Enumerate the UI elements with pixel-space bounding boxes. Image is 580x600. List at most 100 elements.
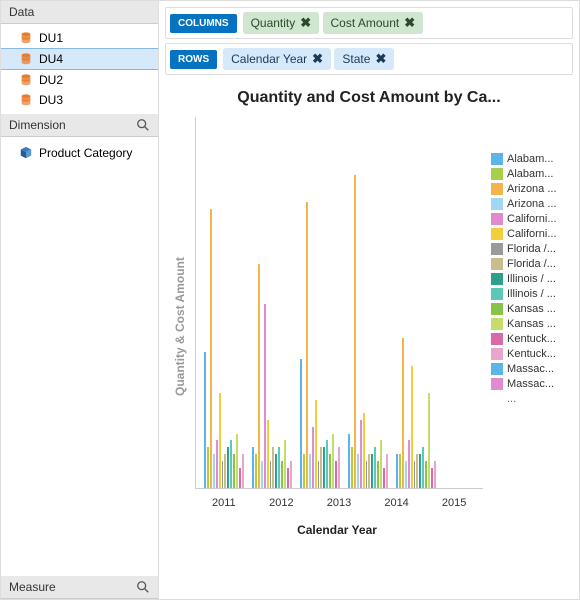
bar[interactable]: [216, 440, 218, 488]
dimension-item[interactable]: Product Category: [1, 143, 158, 163]
bar[interactable]: [323, 447, 325, 488]
bar[interactable]: [425, 461, 427, 488]
legend-item[interactable]: Florida /...: [491, 243, 569, 255]
legend-item[interactable]: Alabam...: [491, 168, 569, 180]
bar[interactable]: [396, 454, 398, 488]
bar[interactable]: [287, 468, 289, 488]
bar[interactable]: [284, 440, 286, 488]
legend-item[interactable]: Kansas ...: [491, 318, 569, 330]
bar[interactable]: [272, 447, 274, 488]
bar[interactable]: [306, 202, 308, 488]
bar[interactable]: [267, 420, 269, 488]
bar[interactable]: [329, 454, 331, 488]
bar[interactable]: [236, 434, 238, 488]
data-source-item[interactable]: DU4: [1, 48, 158, 70]
bar[interactable]: [281, 461, 283, 488]
bar[interactable]: [230, 440, 232, 488]
bar[interactable]: [354, 175, 356, 488]
bar[interactable]: [416, 454, 418, 488]
legend-item[interactable]: Californi...: [491, 228, 569, 240]
legend-item[interactable]: Kansas ...: [491, 303, 569, 315]
bar[interactable]: [252, 447, 254, 488]
bar[interactable]: [360, 420, 362, 488]
bar[interactable]: [386, 454, 388, 488]
bar[interactable]: [363, 413, 365, 488]
bar[interactable]: [434, 461, 436, 488]
bar[interactable]: [300, 359, 302, 488]
bar[interactable]: [204, 352, 206, 488]
bar[interactable]: [377, 461, 379, 488]
bar[interactable]: [371, 454, 373, 488]
search-icon[interactable]: [136, 580, 150, 594]
legend-item[interactable]: Arizona ...: [491, 198, 569, 210]
legend-item[interactable]: Californi...: [491, 213, 569, 225]
bar[interactable]: [239, 468, 241, 488]
bar[interactable]: [422, 447, 424, 488]
bar[interactable]: [374, 447, 376, 488]
bar[interactable]: [275, 454, 277, 488]
rows-shelf[interactable]: ROWS Calendar Year✖ State✖: [165, 43, 573, 75]
legend-item[interactable]: Kentuck...: [491, 333, 569, 345]
bar[interactable]: [258, 264, 260, 488]
bar[interactable]: [320, 447, 322, 488]
shelf-pill[interactable]: Cost Amount✖: [323, 12, 424, 34]
bar[interactable]: [332, 434, 334, 488]
legend-item[interactable]: Illinois / ...: [491, 288, 569, 300]
legend-item[interactable]: Arizona ...: [491, 183, 569, 195]
bar[interactable]: [399, 454, 401, 488]
bar[interactable]: [335, 461, 337, 488]
bar[interactable]: [380, 440, 382, 488]
bar[interactable]: [368, 454, 370, 488]
remove-icon[interactable]: ✖: [375, 51, 386, 67]
bar[interactable]: [219, 393, 221, 488]
bar[interactable]: [383, 468, 385, 488]
bar[interactable]: [264, 304, 266, 488]
bar[interactable]: [242, 454, 244, 488]
columns-shelf[interactable]: COLUMNS Quantity✖ Cost Amount✖: [165, 7, 573, 39]
bar[interactable]: [278, 447, 280, 488]
search-icon[interactable]: [136, 118, 150, 132]
bar[interactable]: [255, 454, 257, 488]
bar[interactable]: [348, 434, 350, 488]
bar[interactable]: [318, 461, 320, 488]
bar[interactable]: [303, 454, 305, 488]
remove-icon[interactable]: ✖: [300, 15, 311, 31]
bar[interactable]: [224, 454, 226, 488]
bar[interactable]: [309, 454, 311, 488]
bar[interactable]: [402, 338, 404, 488]
bar[interactable]: [233, 454, 235, 488]
bar[interactable]: [312, 427, 314, 488]
bar[interactable]: [261, 461, 263, 488]
bar[interactable]: [428, 393, 430, 488]
bar[interactable]: [210, 209, 212, 488]
legend-item[interactable]: Florida /...: [491, 258, 569, 270]
bar[interactable]: [270, 461, 272, 488]
bar[interactable]: [419, 454, 421, 488]
chart-plot[interactable]: [195, 117, 483, 489]
data-source-item[interactable]: DU2: [1, 70, 158, 90]
shelf-pill[interactable]: Quantity✖: [243, 12, 320, 34]
bar[interactable]: [414, 461, 416, 488]
data-source-item[interactable]: DU1: [1, 28, 158, 48]
legend-item[interactable]: Massac...: [491, 363, 569, 375]
legend-item[interactable]: Illinois / ...: [491, 273, 569, 285]
bar[interactable]: [326, 440, 328, 488]
bar[interactable]: [315, 400, 317, 488]
bar[interactable]: [290, 461, 292, 488]
legend-item[interactable]: Alabam...: [491, 153, 569, 165]
bar[interactable]: [431, 468, 433, 488]
bar[interactable]: [366, 461, 368, 488]
bar[interactable]: [207, 447, 209, 488]
data-source-item[interactable]: DU3: [1, 90, 158, 110]
bar[interactable]: [338, 447, 340, 488]
shelf-pill[interactable]: Calendar Year✖: [223, 48, 331, 70]
bar[interactable]: [411, 366, 413, 488]
shelf-pill[interactable]: State✖: [334, 48, 394, 70]
legend-item[interactable]: Massac...: [491, 378, 569, 390]
bar[interactable]: [408, 440, 410, 488]
remove-icon[interactable]: ✖: [404, 15, 415, 31]
bar[interactable]: [357, 454, 359, 488]
bar[interactable]: [405, 461, 407, 488]
remove-icon[interactable]: ✖: [312, 51, 323, 67]
bar[interactable]: [227, 447, 229, 488]
